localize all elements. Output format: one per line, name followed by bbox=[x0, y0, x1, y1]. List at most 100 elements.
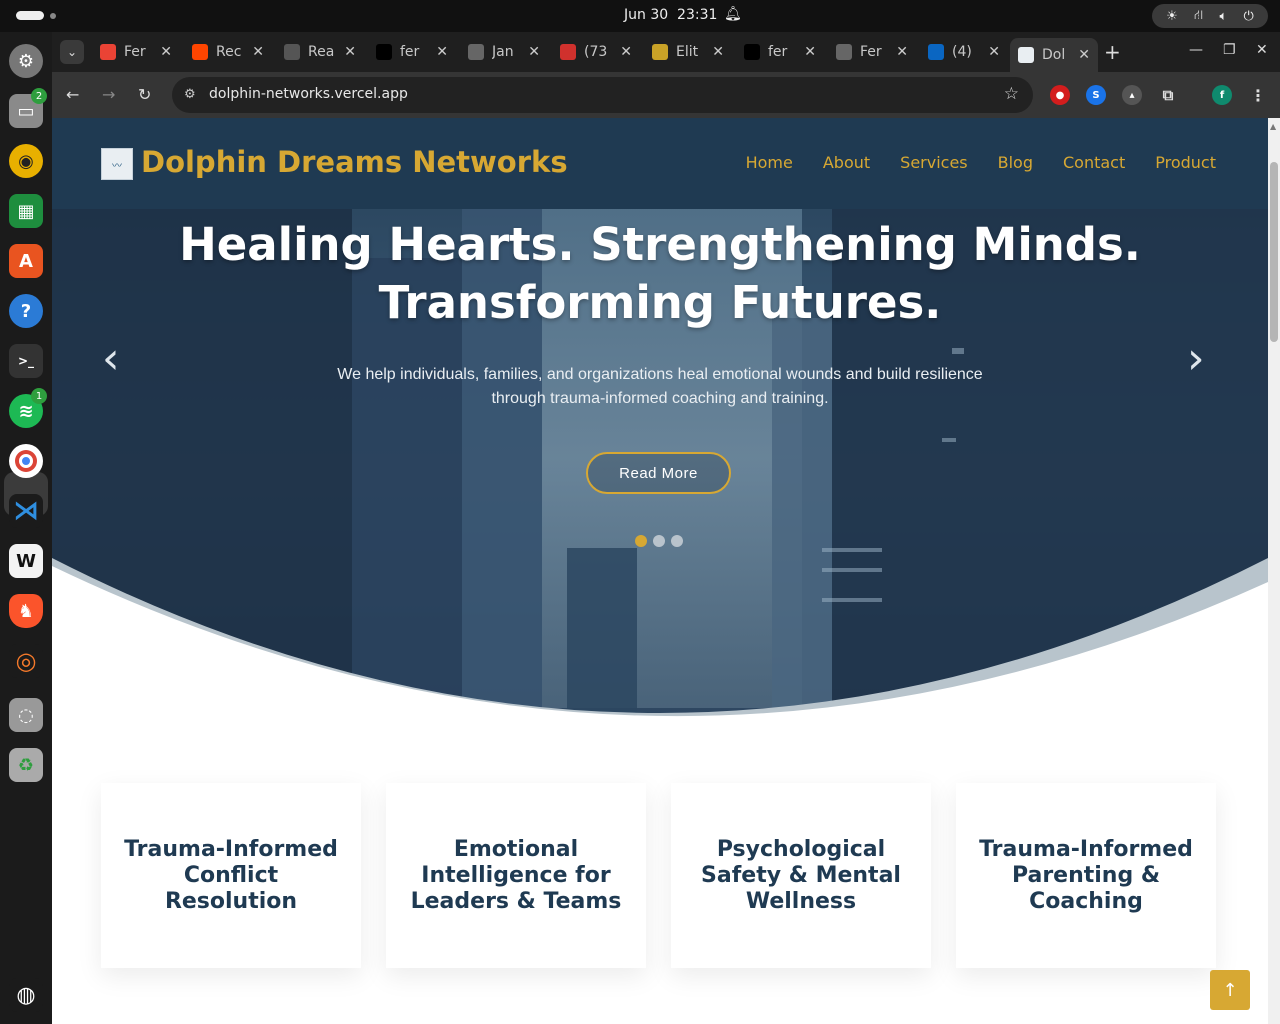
tab-close-icon[interactable]: ✕ bbox=[436, 44, 448, 60]
web-page: 〰 Dolphin Dreams Networks Home About Ser… bbox=[52, 118, 1268, 1024]
site-logo-icon[interactable]: 〰 bbox=[101, 148, 133, 180]
forward-button[interactable]: → bbox=[102, 85, 115, 104]
extension-gray-icon[interactable]: ▴ bbox=[1122, 85, 1142, 105]
site-brand[interactable]: Dolphin Dreams Networks bbox=[141, 145, 568, 179]
tab-close-icon[interactable]: ✕ bbox=[620, 44, 632, 60]
tab-close-icon[interactable]: ✕ bbox=[712, 44, 724, 60]
files-app-icon[interactable]: ▭ 2 bbox=[9, 88, 47, 128]
service-card-title: Trauma-Informed Parenting & Coaching bbox=[979, 836, 1193, 914]
terminal-app-icon[interactable]: >_ bbox=[9, 344, 43, 378]
page-scrollbar[interactable]: ▲ bbox=[1268, 118, 1280, 1024]
writer-app-icon[interactable]: W bbox=[9, 544, 43, 578]
notification-bell-icon[interactable]: 🔔︎ bbox=[724, 6, 742, 22]
rhythmbox-app-icon[interactable]: ◉ bbox=[9, 144, 43, 178]
settings-app-icon[interactable]: ⚙ bbox=[9, 44, 43, 78]
browser-tab[interactable]: Dol ✕ bbox=[1010, 38, 1098, 72]
nav-about[interactable]: About bbox=[823, 153, 870, 172]
browser-tab[interactable]: Jan ✕ bbox=[460, 38, 548, 66]
carousel-next-icon[interactable]: › bbox=[1187, 333, 1205, 384]
vscode-app-icon[interactable]: ⋊ bbox=[9, 494, 43, 528]
carousel-dot[interactable] bbox=[635, 535, 647, 547]
power-icon: ⏻ bbox=[1243, 8, 1254, 24]
nav-contact[interactable]: Contact bbox=[1063, 153, 1125, 172]
network-icon: ⛙ bbox=[1194, 7, 1204, 23]
tab-close-icon[interactable]: ✕ bbox=[804, 44, 816, 60]
read-more-button[interactable]: Read More bbox=[586, 452, 731, 494]
tab-close-icon[interactable]: ✕ bbox=[896, 44, 908, 60]
workspace-indicator[interactable] bbox=[16, 11, 44, 20]
carousel-dot[interactable] bbox=[653, 535, 665, 547]
bookmark-star-icon[interactable]: ☆ bbox=[1004, 84, 1019, 104]
browser-tab[interactable]: Fer ✕ bbox=[92, 38, 180, 66]
hero-headline-line2: Transforming Futures. bbox=[378, 276, 942, 329]
browser-tab[interactable]: (73 ✕ bbox=[552, 38, 640, 66]
system-clock[interactable]: Jun 30 23:31 bbox=[624, 7, 717, 23]
reload-button[interactable]: ↻ bbox=[138, 85, 151, 104]
extension-blue-icon[interactable]: S bbox=[1086, 85, 1106, 105]
browser-menu-icon[interactable]: ⋮ bbox=[1248, 85, 1268, 105]
spreadsheet-app-icon[interactable]: ▦ bbox=[9, 194, 43, 228]
tab-close-icon[interactable]: ✕ bbox=[160, 44, 172, 60]
tab-close-icon[interactable]: ✕ bbox=[528, 44, 540, 60]
carousel-prev-icon[interactable]: ‹ bbox=[102, 333, 120, 384]
back-to-top-button[interactable]: ↑ bbox=[1210, 970, 1250, 1010]
page-icon bbox=[468, 44, 484, 60]
browser-toolbar: ← → ↻ ⚙ dolphin-networks.vercel.app ☆ ● … bbox=[52, 72, 1280, 118]
tab-close-icon[interactable]: ✕ bbox=[252, 44, 264, 60]
minimize-button[interactable]: — bbox=[1189, 42, 1203, 58]
browser-tab[interactable]: Rea ✕ bbox=[276, 38, 364, 66]
site-navbar: 〰 Dolphin Dreams Networks Home About Ser… bbox=[52, 118, 1268, 209]
brave-app-icon[interactable]: ♞ bbox=[9, 594, 43, 628]
trash-app-icon[interactable]: ♻ bbox=[9, 748, 43, 782]
nav-blog[interactable]: Blog bbox=[998, 153, 1033, 172]
browser-tab[interactable]: Rec ✕ bbox=[184, 38, 272, 66]
browser-tab[interactable]: fer ✕ bbox=[736, 38, 824, 66]
disk-app-icon[interactable]: ◌ bbox=[9, 698, 43, 732]
tab-close-icon[interactable]: ✕ bbox=[988, 44, 1000, 60]
spotify-badge: 1 bbox=[31, 388, 47, 404]
tab-label: fer bbox=[400, 44, 420, 60]
service-card[interactable]: Emotional Intelligence for Leaders & Tea… bbox=[386, 783, 646, 968]
browser-tab[interactable]: Elit ✕ bbox=[644, 38, 732, 66]
address-bar[interactable]: ⚙ dolphin-networks.vercel.app ☆ bbox=[172, 77, 1033, 113]
profile-avatar[interactable]: f bbox=[1212, 85, 1232, 105]
new-tab-button[interactable]: + bbox=[1104, 40, 1121, 64]
nav-product[interactable]: Product bbox=[1155, 153, 1216, 172]
service-card[interactable]: Psychological Safety & Mental Wellness bbox=[671, 783, 931, 968]
service-card[interactable]: Trauma-Informed Parenting & Coaching bbox=[956, 783, 1216, 968]
url-text[interactable]: dolphin-networks.vercel.app bbox=[209, 86, 408, 102]
browser-tab[interactable]: Fer ✕ bbox=[828, 38, 916, 66]
show-apps-icon[interactable]: ◍ bbox=[9, 978, 43, 1012]
badge-73-icon bbox=[560, 44, 576, 60]
workspace-dot[interactable] bbox=[50, 13, 56, 19]
nav-home[interactable]: Home bbox=[746, 153, 793, 172]
system-tray[interactable]: ☀ ⛙ 🔈︎ ⏻ bbox=[1152, 4, 1268, 28]
browser-tab[interactable]: fer ✕ bbox=[368, 38, 456, 66]
hero-window-row bbox=[822, 548, 882, 552]
app-center-icon[interactable]: A bbox=[9, 244, 43, 278]
blender-app-icon[interactable]: ◎ bbox=[9, 644, 43, 678]
ticket-icon bbox=[652, 44, 668, 60]
site-info-icon[interactable]: ⚙ bbox=[184, 87, 196, 102]
extension-red-icon[interactable]: ● bbox=[1050, 85, 1070, 105]
tab-close-icon[interactable]: ✕ bbox=[344, 44, 356, 60]
page-icon bbox=[836, 44, 852, 60]
browser-tab[interactable]: (4) ✕ bbox=[920, 38, 1008, 66]
chrome-app-icon[interactable] bbox=[9, 444, 43, 478]
maximize-button[interactable]: ❐ bbox=[1223, 42, 1236, 58]
back-button[interactable]: ← bbox=[66, 85, 79, 104]
scrollbar-thumb[interactable] bbox=[1270, 162, 1278, 342]
tab-search-button[interactable]: ⌄ bbox=[60, 40, 84, 64]
help-app-icon[interactable]: ? bbox=[9, 294, 43, 328]
tab-close-icon[interactable]: ✕ bbox=[1078, 47, 1090, 63]
openai-icon bbox=[284, 44, 300, 60]
carousel-dot[interactable] bbox=[671, 535, 683, 547]
extensions-puzzle-icon[interactable]: ⧉ bbox=[1158, 85, 1178, 105]
tab-label: Jan bbox=[492, 44, 514, 60]
spotify-app-icon[interactable]: ≋ 1 bbox=[9, 388, 47, 428]
service-card[interactable]: Trauma-Informed Conflict Resolution bbox=[101, 783, 361, 968]
hero-subtext: We help individuals, families, and organ… bbox=[337, 366, 983, 407]
close-window-button[interactable]: ✕ bbox=[1256, 42, 1268, 58]
nav-services[interactable]: Services bbox=[900, 153, 967, 172]
scroll-up-icon[interactable]: ▲ bbox=[1270, 122, 1276, 131]
